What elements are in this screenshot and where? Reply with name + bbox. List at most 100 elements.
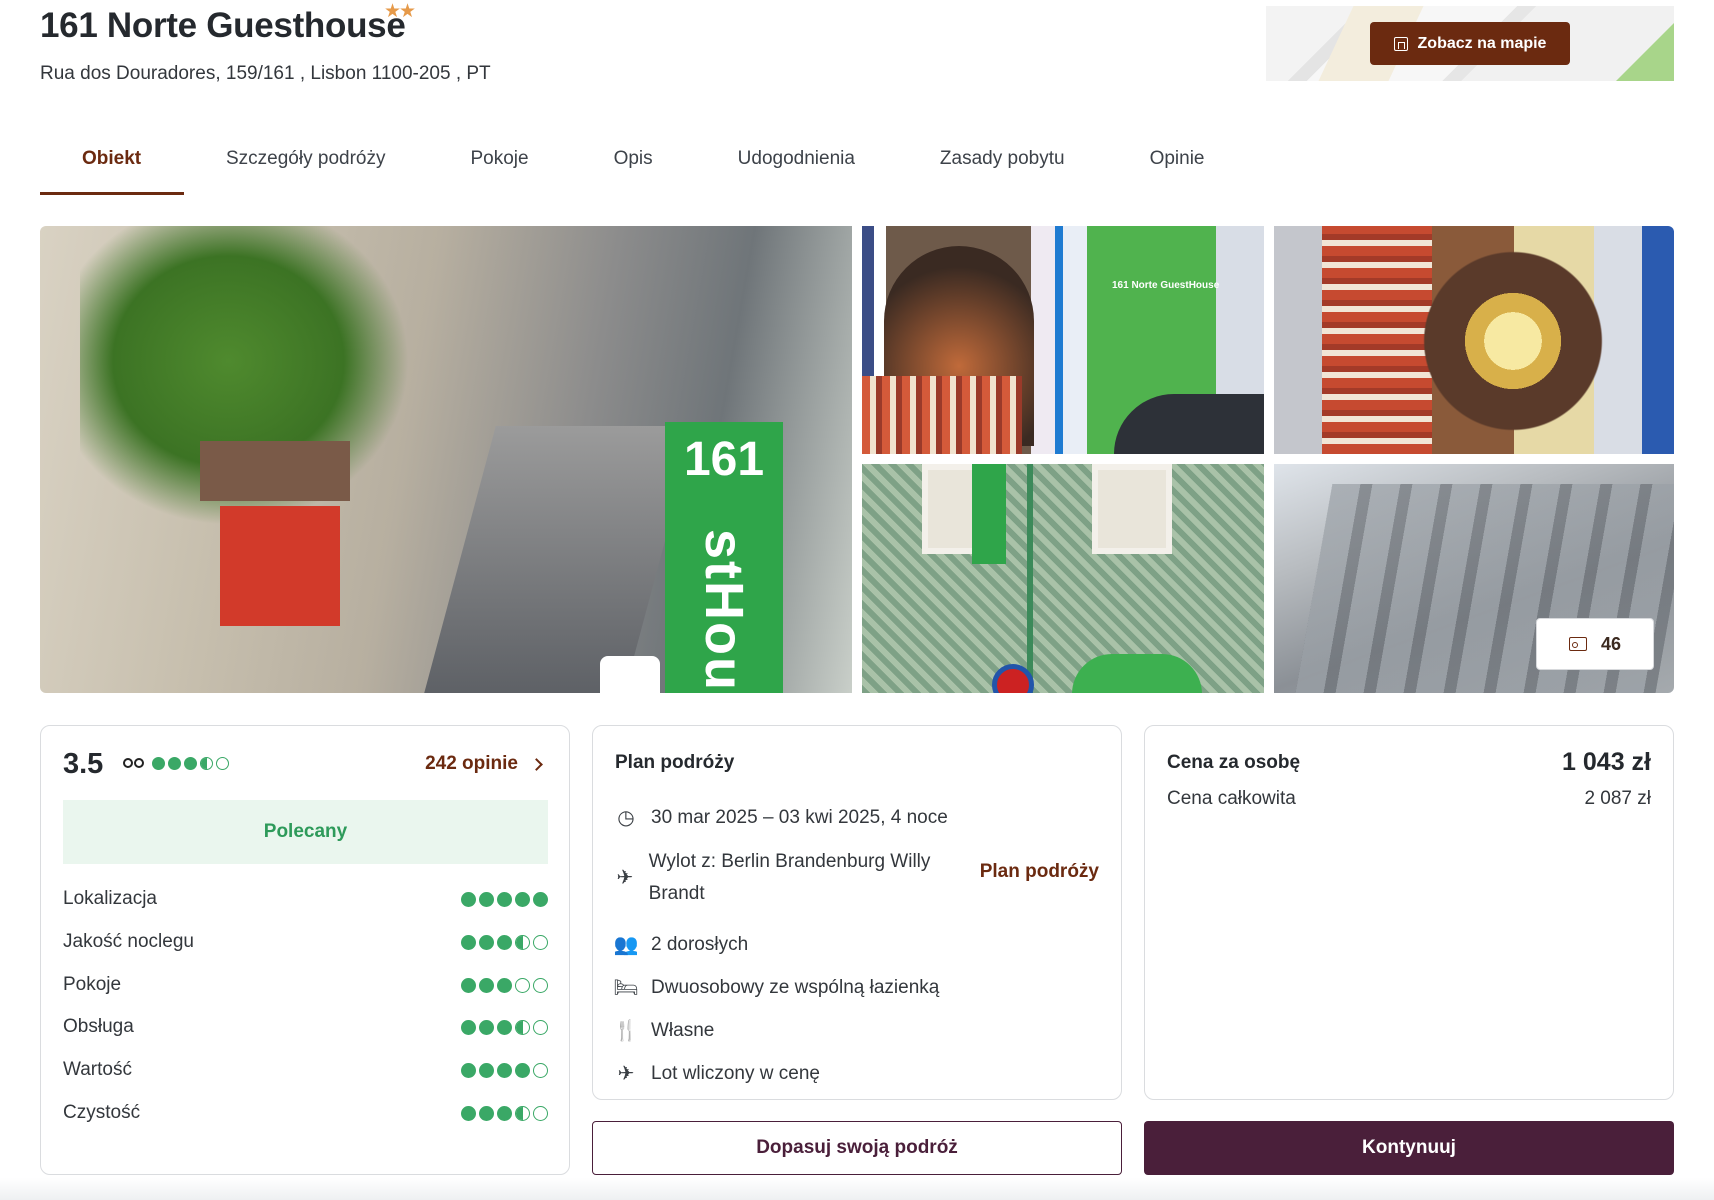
flight-included: ✈ Lot wliczony w cenę: [615, 1058, 820, 1090]
trip-plan-title: Plan podróży: [615, 752, 735, 773]
photo-gallery: 161 stHouse 161 Norte GuestHouse: [40, 226, 1674, 693]
rating-dot: [497, 1019, 512, 1035]
plane-departure-icon: ✈: [616, 867, 634, 889]
criterion-row: Lokalizacja: [63, 888, 548, 910]
departure-airport: ✈ Wylot z: Berlin Brandenburg Willy Bran…: [616, 851, 931, 904]
rating-dot: [515, 891, 530, 907]
criterion-dots: [461, 1019, 548, 1035]
criterion-label: Lokalizacja: [63, 888, 157, 909]
rating-dot: [479, 977, 494, 993]
tab-trip-details[interactable]: Szczegóły podróży: [226, 140, 385, 195]
tab-obiekt[interactable]: Obiekt: [40, 140, 184, 195]
room-type: 🛏 Dwuosobowy ze wspólną łazienką: [613, 972, 939, 1004]
show-on-map-button[interactable]: Zobacz na mapie: [1370, 22, 1570, 65]
rating-dot: [497, 1062, 512, 1078]
rating-dot: [461, 1062, 476, 1078]
calendar-icon: ◷: [617, 807, 635, 829]
reviews-link[interactable]: 242 opinie: [425, 753, 543, 775]
criterion-row: Jakość noclegu: [63, 931, 548, 953]
rating-dot: [461, 1105, 476, 1121]
trip-dates: ◷ 30 mar 2025 – 03 kwi 2025, 4 noce: [615, 802, 948, 834]
rating-dot: [479, 1062, 494, 1078]
rating-dot: [533, 977, 548, 993]
rating-dot: [461, 934, 476, 950]
rating-dot: [184, 757, 197, 770]
rating-dot: [533, 1105, 548, 1121]
criterion-label: Wartość: [63, 1059, 132, 1080]
travelers: 👥 2 dorosłych: [613, 929, 749, 961]
tab-amenities[interactable]: Udogodnienia: [738, 140, 855, 195]
rating-dot: [515, 1105, 530, 1121]
criterion-dots: [461, 891, 548, 907]
main-photo[interactable]: 161 stHouse: [40, 226, 852, 693]
criterion-dots: [461, 934, 548, 950]
rating-dot: [152, 757, 165, 770]
rating-score: 3.5: [63, 748, 104, 780]
total-price-label: Cena całkowita: [1167, 788, 1296, 809]
building-icon: [1393, 36, 1408, 51]
rating-dot: [533, 934, 548, 950]
recommended-badge: Polecany: [63, 800, 548, 864]
criterion-label: Jakość noclegu: [63, 931, 194, 952]
chevron-right-icon: [530, 757, 543, 771]
photo-facade[interactable]: [862, 464, 1264, 693]
section-tabs: Obiekt Szczegóły podróży Pokoje Opis Udo…: [40, 140, 1204, 195]
price-per-person-label: Cena za osobę: [1167, 752, 1301, 773]
rating-dot: [497, 977, 512, 993]
tripadvisor-icon: [123, 756, 147, 770]
tab-description[interactable]: Opis: [614, 140, 653, 195]
criterion-dots: [461, 1105, 548, 1121]
trip-plan-card: Plan podróży Plan podróży ◷ 30 mar 2025 …: [592, 725, 1122, 1100]
rating-dot: [461, 1019, 476, 1035]
rating-card: 3.5 242 opinie Polecany Lokalizacja Jako…: [40, 725, 570, 1175]
total-price-value: 2 087 zł: [1584, 788, 1651, 809]
photo-count-button[interactable]: 46: [1536, 618, 1654, 670]
rating-dot: [515, 1019, 530, 1035]
cutlery-icon: 🍴: [613, 1020, 639, 1042]
hotel-address: Rua dos Douradores, 159/161 , Lisbon 110…: [40, 63, 491, 84]
photo-interior[interactable]: [1274, 226, 1674, 454]
rating-dot: [515, 977, 530, 993]
rating-dot: [515, 934, 530, 950]
criterion-label: Pokoje: [63, 974, 122, 995]
criterion-row: Czystość: [63, 1102, 548, 1124]
photo-count: 46: [1600, 633, 1622, 654]
criterion-dots: [461, 1062, 548, 1078]
price-card: Cena za osobę 1 043 zł Cena całkowita 2 …: [1144, 725, 1674, 1100]
criterion-row: Obsługa: [63, 1016, 548, 1038]
customize-trip-button[interactable]: Dopasuj swoją podróż: [592, 1121, 1122, 1175]
trip-plan-link[interactable]: Plan podróży: [980, 861, 1099, 883]
criterion-row: Wartość: [63, 1059, 548, 1081]
tab-house-rules[interactable]: Zasady pobytu: [940, 140, 1065, 195]
rating-dot: [461, 977, 476, 993]
people-icon: 👥: [613, 934, 639, 956]
rating-dots: [152, 757, 229, 770]
rating-dot: [497, 1105, 512, 1121]
rating-dot: [168, 757, 181, 770]
criterion-label: Czystość: [63, 1102, 141, 1123]
rating-dot: [461, 891, 476, 907]
rating-dot: [497, 934, 512, 950]
price-per-person-value: 1 043 zł: [1562, 748, 1651, 776]
board-type: 🍴 Własne: [613, 1015, 715, 1047]
hotel-title: 161 Norte Guesthouse: [40, 6, 406, 45]
tab-rooms[interactable]: Pokoje: [470, 140, 528, 195]
rating-dot: [479, 1105, 494, 1121]
guesthouse-sign: 161 stHouse: [665, 422, 783, 693]
criterion-row: Pokoje: [63, 974, 548, 996]
tab-reviews[interactable]: Opinie: [1150, 140, 1205, 195]
rating-dot: [479, 934, 494, 950]
rating-dot: [216, 757, 229, 770]
photo-entrance[interactable]: 161 Norte GuestHouse: [862, 226, 1264, 454]
hotel-stars: ★★: [384, 1, 416, 22]
rating-dot: [533, 891, 548, 907]
continue-button[interactable]: Kontynuuj: [1144, 1121, 1674, 1175]
rating-dot: [533, 1019, 548, 1035]
plane-icon: ✈: [617, 1063, 635, 1085]
rating-dot: [200, 757, 213, 770]
rating-dot: [479, 891, 494, 907]
rating-dot: [533, 1062, 548, 1078]
rating-dot: [479, 1019, 494, 1035]
bed-icon: 🛏: [613, 977, 639, 999]
criterion-label: Obsługa: [63, 1016, 134, 1037]
